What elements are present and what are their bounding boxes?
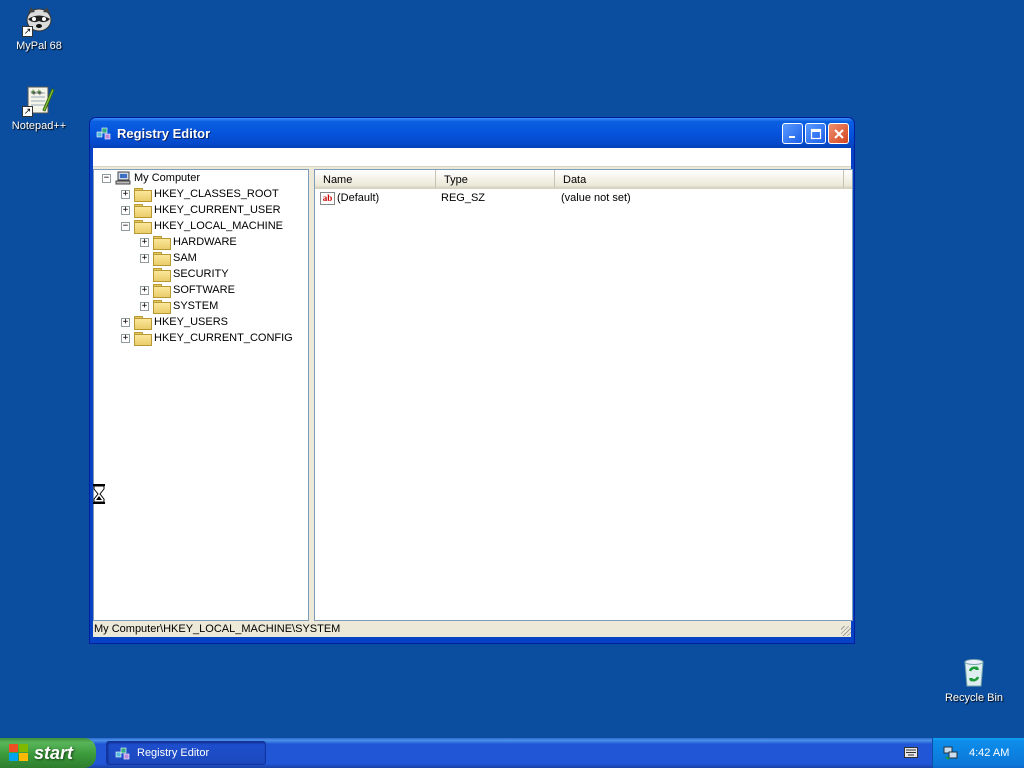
start-button[interactable]: start xyxy=(0,738,96,768)
system-tray: 4:42 AM xyxy=(932,738,1024,768)
tree-node-label: SOFTWARE xyxy=(173,284,235,296)
shortcut-arrow-icon: ↗ xyxy=(22,106,33,117)
keyboard-icon[interactable] xyxy=(904,747,918,758)
windows-flag-icon xyxy=(9,744,29,762)
client-area: − My Computer + HKEY_CLASSES_ROOT + HKEY… xyxy=(93,167,853,637)
svg-text:++: ++ xyxy=(30,88,42,96)
clock[interactable]: 4:42 AM xyxy=(969,747,1009,759)
tree-node-label: SAM xyxy=(173,252,197,264)
minimize-button[interactable] xyxy=(782,123,803,144)
desktop-icon-label: MyPal 68 xyxy=(16,40,62,52)
regedit-icon xyxy=(96,125,112,141)
folder-icon xyxy=(134,220,152,234)
tree-node-label: My Computer xyxy=(134,172,201,184)
expand-expander[interactable]: + xyxy=(121,333,130,343)
value-type: REG_SZ xyxy=(441,192,486,204)
value-list[interactable]: Name Type Data ab (Default) REG_SZ (valu… xyxy=(314,169,853,621)
tree-node-software[interactable]: + SOFTWARE xyxy=(140,282,235,298)
tree-node-label: HKEY_USERS xyxy=(154,316,228,328)
open-folder-icon xyxy=(153,300,171,314)
folder-icon xyxy=(153,252,171,266)
raccoon-icon: ↗ xyxy=(22,4,55,37)
value-name: (Default) xyxy=(337,192,380,204)
desktop-icon-mypal[interactable]: ↗ MyPal 68 xyxy=(1,4,77,52)
expand-expander[interactable]: + xyxy=(121,205,130,215)
collapse-expander[interactable]: − xyxy=(121,221,130,231)
expand-expander[interactable]: + xyxy=(140,285,149,295)
tree-node-label: HKEY_CURRENT_CONFIG xyxy=(154,332,293,344)
folder-icon xyxy=(153,236,171,250)
close-button[interactable] xyxy=(828,123,849,144)
desktop-icon-recycle-bin[interactable]: Recycle Bin xyxy=(936,656,1012,704)
expand-expander[interactable]: + xyxy=(140,301,149,311)
folder-icon xyxy=(153,284,171,298)
string-value-icon: ab xyxy=(320,191,335,205)
tree-node-label: HKEY_CURRENT_USER xyxy=(154,204,281,216)
expand-expander[interactable]: + xyxy=(121,317,130,327)
tree-node-hardware[interactable]: + HARDWARE xyxy=(140,234,237,250)
resize-grip[interactable] xyxy=(841,626,851,636)
expand-expander[interactable]: + xyxy=(140,237,149,247)
hourglass-cursor-icon xyxy=(92,483,106,505)
notepadpp-icon: ++ ↗ xyxy=(22,84,55,117)
menu-bar xyxy=(93,148,851,167)
tree-node-my-computer[interactable]: − My Computer xyxy=(102,170,200,186)
list-row[interactable]: ab (Default) REG_SZ (value not set) xyxy=(315,189,852,207)
column-header-data[interactable]: Data xyxy=(555,170,844,188)
tree-node-sam[interactable]: + SAM xyxy=(140,250,197,266)
tree-node-label: HARDWARE xyxy=(173,236,237,248)
tree-node-label: HKEY_CLASSES_ROOT xyxy=(154,188,279,200)
status-bar: My Computer\HKEY_LOCAL_MACHINE\SYSTEM xyxy=(93,623,853,637)
desktop-icon-notepadpp[interactable]: ++ ↗ Notepad++ xyxy=(1,84,77,132)
start-label: start xyxy=(34,742,74,763)
window-title: Registry Editor xyxy=(117,125,211,141)
tree-node-hkcc[interactable]: + HKEY_CURRENT_CONFIG xyxy=(121,330,293,346)
folder-icon xyxy=(153,268,171,282)
title-bar[interactable]: Registry Editor xyxy=(90,118,854,148)
taskbar-button-label: Registry Editor xyxy=(137,747,210,759)
registry-editor-window: Registry Editor − My Computer + HKEY_CLA… xyxy=(89,117,855,644)
folder-icon xyxy=(134,188,152,202)
expand-expander[interactable]: + xyxy=(140,253,149,263)
folder-icon xyxy=(134,204,152,218)
minimize-icon xyxy=(788,135,795,138)
tree-node-hkcr[interactable]: + HKEY_CLASSES_ROOT xyxy=(121,186,279,202)
tree-node-label: SECURITY xyxy=(173,268,229,280)
status-path: My Computer\HKEY_LOCAL_MACHINE\SYSTEM xyxy=(94,623,341,635)
regedit-icon xyxy=(115,745,131,761)
folder-icon xyxy=(134,316,152,330)
tree-node-security[interactable]: SECURITY xyxy=(140,266,229,282)
recycle-bin-icon xyxy=(958,656,990,688)
tree-node-label: SYSTEM xyxy=(173,300,219,312)
tree-node-hkcu[interactable]: + HKEY_CURRENT_USER xyxy=(121,202,281,218)
tree-node-label: HKEY_LOCAL_MACHINE xyxy=(154,220,283,232)
computer-icon xyxy=(115,171,131,185)
shortcut-arrow-icon: ↗ xyxy=(22,26,33,37)
maximize-button[interactable] xyxy=(805,123,826,144)
taskbar: start Registry Editor 4:42 AM xyxy=(0,738,1024,768)
key-tree[interactable]: − My Computer + HKEY_CLASSES_ROOT + HKEY… xyxy=(93,169,309,621)
tree-node-hklm[interactable]: − HKEY_LOCAL_MACHINE xyxy=(121,218,283,234)
list-header: Name Type Data xyxy=(315,170,852,189)
network-icon[interactable] xyxy=(943,745,959,761)
close-icon xyxy=(833,128,844,139)
taskbar-button-registry-editor[interactable]: Registry Editor xyxy=(106,741,266,765)
folder-icon xyxy=(134,332,152,346)
column-header-type[interactable]: Type xyxy=(436,170,555,188)
tree-node-system[interactable]: + SYSTEM xyxy=(140,298,218,314)
column-header-name[interactable]: Name xyxy=(315,170,436,188)
desktop-icon-label: Recycle Bin xyxy=(944,692,1004,704)
desktop-icon-label: Notepad++ xyxy=(11,120,67,132)
tree-node-hku[interactable]: + HKEY_USERS xyxy=(121,314,228,330)
collapse-expander[interactable]: − xyxy=(102,173,111,183)
value-data: (value not set) xyxy=(561,192,631,204)
maximize-icon xyxy=(810,128,821,139)
expand-expander[interactable]: + xyxy=(121,189,130,199)
expander-placeholder xyxy=(140,269,149,279)
